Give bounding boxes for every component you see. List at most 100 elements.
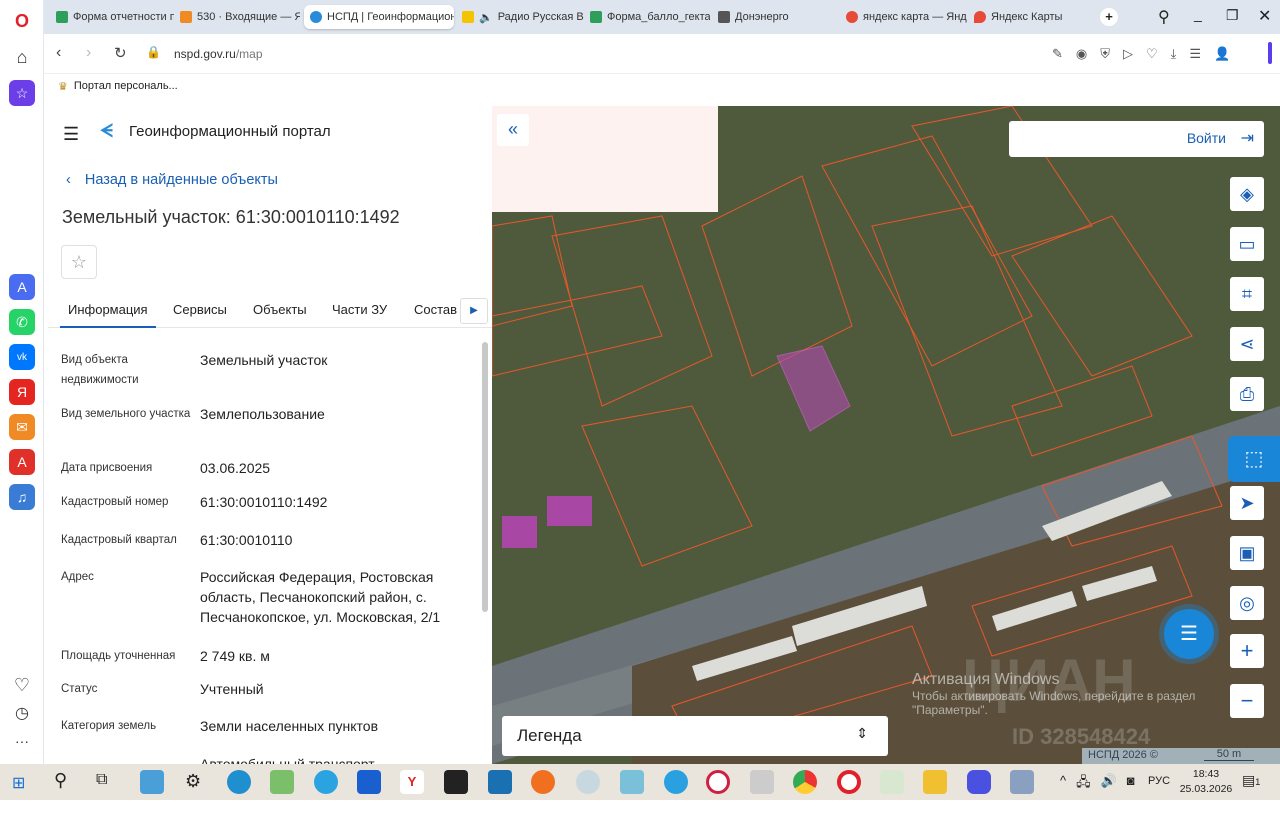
tab[interactable]: Яндекс Карты xyxy=(968,5,1088,29)
windows-start-icon[interactable]: ⊞ xyxy=(12,773,25,793)
menu-icon[interactable]: ☰ xyxy=(1189,46,1201,62)
chevron-left-icon: ‹ xyxy=(66,172,71,188)
download-icon[interactable]: ⤓ xyxy=(1171,46,1177,62)
tab-active[interactable]: НСПД | Геоинформацион xyxy=(304,5,454,29)
tab[interactable]: Донэнерго xyxy=(712,5,832,29)
legend-dropdown[interactable]: Легенда ⇕ xyxy=(502,716,888,756)
scrollbar-thumb[interactable] xyxy=(482,342,488,612)
chrome-icon[interactable] xyxy=(793,770,817,794)
heart-icon[interactable]: ♡ xyxy=(9,672,35,698)
whatsapp-icon[interactable]: ✆ xyxy=(9,309,35,335)
tab[interactable]: Форма_балло_гектар xyxy=(584,5,710,29)
volume-icon[interactable]: 🔊 xyxy=(1101,773,1117,795)
app-icon[interactable] xyxy=(880,770,904,794)
close-window-button[interactable]: ✕ xyxy=(1258,6,1271,26)
language-indicator[interactable]: РУС xyxy=(1148,775,1170,787)
search-tabs-icon[interactable]: ⚲ xyxy=(1158,7,1170,27)
app-icon[interactable] xyxy=(488,770,512,794)
feedback-tab[interactable]: ⬚ xyxy=(1228,436,1280,482)
sidebar-toggle[interactable] xyxy=(1268,42,1272,64)
network-icon[interactable]: 🖧 xyxy=(1076,773,1091,795)
tab-services[interactable]: Сервисы xyxy=(173,302,227,317)
print-button[interactable]: ⎙ xyxy=(1230,377,1264,411)
tab[interactable]: 🔈 Радио Русская Во xyxy=(456,5,584,29)
favorite-star-button[interactable]: ☆ xyxy=(61,245,97,279)
layers-button[interactable]: ◈ xyxy=(1230,177,1264,211)
camera-icon[interactable]: ◙ xyxy=(1127,773,1135,795)
map-footer: НСПД 2026 © 50 m xyxy=(1082,748,1280,764)
music-icon[interactable]: ♫ xyxy=(9,484,35,510)
minimize-button[interactable]: _ xyxy=(1194,6,1202,22)
file-explorer-icon[interactable] xyxy=(923,770,947,794)
opera-icon[interactable] xyxy=(837,770,861,794)
share-button[interactable]: ⋖ xyxy=(1230,327,1264,361)
yandex-icon[interactable]: Я xyxy=(9,379,35,405)
mail-icon[interactable]: ✉ xyxy=(9,414,35,440)
app-icon[interactable] xyxy=(967,770,991,794)
home-icon[interactable]: ⌂ xyxy=(9,44,35,70)
tab-favicon-icon xyxy=(180,11,192,23)
tab[interactable]: 530 · Входящие — Ян xyxy=(174,5,300,29)
compass-button[interactable]: ◎ xyxy=(1230,586,1264,620)
login-button[interactable]: Войти ⇥ xyxy=(1009,121,1264,157)
back-icon[interactable]: ‹ xyxy=(56,44,61,62)
app-icon[interactable] xyxy=(140,770,164,794)
new-tab-button[interactable]: + xyxy=(1100,8,1118,26)
tab[interactable]: яндекс карта — Янд xyxy=(840,5,968,29)
clock[interactable]: 18:43 25.03.2026 xyxy=(1178,767,1234,797)
tab[interactable]: Форма отчетности п xyxy=(50,5,174,29)
translate-icon[interactable]: A xyxy=(9,449,35,475)
hamburger-menu-icon[interactable]: ☰ xyxy=(63,124,79,145)
forward-icon[interactable]: › xyxy=(86,44,91,62)
zoom-in-button[interactable]: + xyxy=(1230,634,1264,668)
geolocation-button[interactable]: ➤ xyxy=(1230,486,1264,520)
ruler-button[interactable]: ▭ xyxy=(1230,227,1264,261)
aria-icon[interactable]: A xyxy=(9,274,35,300)
settings-icon[interactable]: ⚙ xyxy=(185,771,201,792)
heart-icon[interactable]: ♡ xyxy=(1146,46,1158,62)
ie-icon[interactable] xyxy=(664,770,688,794)
tab-composition[interactable]: Состав xyxy=(414,302,457,317)
url-field[interactable]: nspd.gov.ru/map xyxy=(174,47,263,61)
tab-parts[interactable]: Части ЗУ xyxy=(332,302,387,317)
yandex-browser-icon[interactable]: Y xyxy=(400,770,424,794)
outlook-icon[interactable] xyxy=(357,770,381,794)
favorites-icon[interactable]: ☆ xyxy=(9,80,35,106)
app-icon[interactable] xyxy=(1010,770,1034,794)
reload-icon[interactable]: ↻ xyxy=(114,44,127,62)
map-view[interactable]: « Войти ⇥ ◈ ▭ ⌗ ⋖ ⎙ ⬚ ➤ ▣ ◎ ☰ + − Легенд… xyxy=(492,106,1280,764)
firefox-icon[interactable] xyxy=(531,770,555,794)
tab-objects[interactable]: Объекты xyxy=(253,302,307,317)
chevron-up-icon[interactable]: ^ xyxy=(1060,773,1066,795)
area-search-button[interactable]: ⌗ xyxy=(1230,277,1264,311)
shield-icon[interactable]: ⛨ xyxy=(1100,46,1110,62)
app-icon[interactable] xyxy=(750,770,774,794)
edit-icon[interactable]: ✎ xyxy=(1052,46,1063,62)
tabs-scroll-right-button[interactable]: ▶ xyxy=(460,298,488,324)
zoom-out-button[interactable]: − xyxy=(1230,684,1264,718)
search-icon[interactable]: ⚲ xyxy=(54,770,67,791)
vk-icon[interactable]: vk xyxy=(9,344,35,370)
app-icon[interactable] xyxy=(270,770,294,794)
app-icon[interactable] xyxy=(620,770,644,794)
task-view-icon[interactable]: ⧉ xyxy=(96,771,107,789)
opera-logo-icon[interactable]: O xyxy=(9,8,35,34)
notifications-icon[interactable]: ▤1 xyxy=(1242,772,1260,789)
collapse-panel-button[interactable]: « xyxy=(497,114,529,146)
back-link[interactable]: ‹ Назад в найденные объекты xyxy=(66,172,278,188)
edge-icon[interactable] xyxy=(227,770,251,794)
more-icon[interactable]: ··· xyxy=(9,728,35,754)
minimap-button[interactable]: ▣ xyxy=(1230,536,1264,570)
telegram-icon[interactable] xyxy=(314,770,338,794)
profile-icon[interactable]: 👤 xyxy=(1214,46,1230,62)
terminal-icon[interactable] xyxy=(444,770,468,794)
app-icon[interactable] xyxy=(706,770,730,794)
send-icon[interactable]: ▷ xyxy=(1123,46,1133,62)
app-icon[interactable] xyxy=(576,770,600,794)
maximize-button[interactable]: ❐ xyxy=(1226,7,1239,24)
chat-button[interactable]: ☰ xyxy=(1164,609,1214,659)
bookmark-item[interactable]: ♛ Портал персональ... xyxy=(58,80,178,93)
history-icon[interactable]: ◷ xyxy=(9,700,35,726)
camera-icon[interactable]: ◉ xyxy=(1076,46,1087,62)
tab-info[interactable]: Информация xyxy=(60,302,156,328)
